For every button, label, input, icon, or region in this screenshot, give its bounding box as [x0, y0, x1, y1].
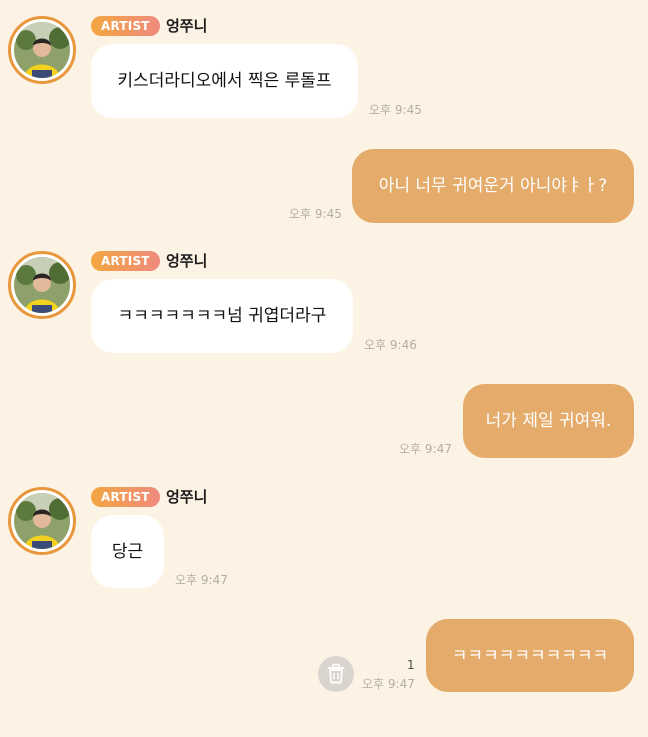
message-bubble-incoming[interactable]: 당근 [91, 515, 164, 588]
unread-count: 1 [407, 658, 415, 672]
message-time: 오후 9:47 [362, 677, 415, 691]
trash-icon [328, 664, 344, 684]
message-bubble-incoming[interactable]: 키스더라디오에서 찍은 루돌프 [91, 44, 358, 118]
message-time: 오후 9:45 [289, 207, 342, 221]
message-bubble-incoming[interactable]: ㅋㅋㅋㅋㅋㅋㅋ넘 귀엽더라구 [91, 279, 353, 353]
sender-name: 엉쭈니 [166, 252, 208, 270]
profile-photo [14, 257, 70, 313]
message-bubble-outgoing[interactable]: 너가 제일 귀여워. [463, 384, 634, 458]
avatar[interactable] [8, 16, 76, 84]
avatar[interactable] [8, 487, 76, 555]
artist-badge: ARTIST [91, 487, 160, 507]
message-time: 오후 9:47 [175, 573, 228, 587]
message-time: 오후 9:45 [369, 103, 422, 117]
avatar[interactable] [8, 251, 76, 319]
message-time: 오후 9:46 [364, 338, 417, 352]
message-time: 오후 9:47 [399, 442, 452, 456]
profile-photo [14, 22, 70, 78]
artist-badge: ARTIST [91, 251, 160, 271]
delete-button[interactable] [318, 656, 354, 692]
message-bubble-outgoing[interactable]: 아니 너무 귀여운거 아니야ㅑㅏ? [352, 149, 634, 223]
message-bubble-outgoing[interactable]: ㅋㅋㅋㅋㅋㅋㅋㅋㅋㅋ [426, 619, 634, 692]
profile-photo [14, 493, 70, 549]
artist-badge: ARTIST [91, 16, 160, 36]
sender-name: 엉쭈니 [166, 488, 208, 506]
sender-name: 엉쭈니 [166, 17, 208, 35]
